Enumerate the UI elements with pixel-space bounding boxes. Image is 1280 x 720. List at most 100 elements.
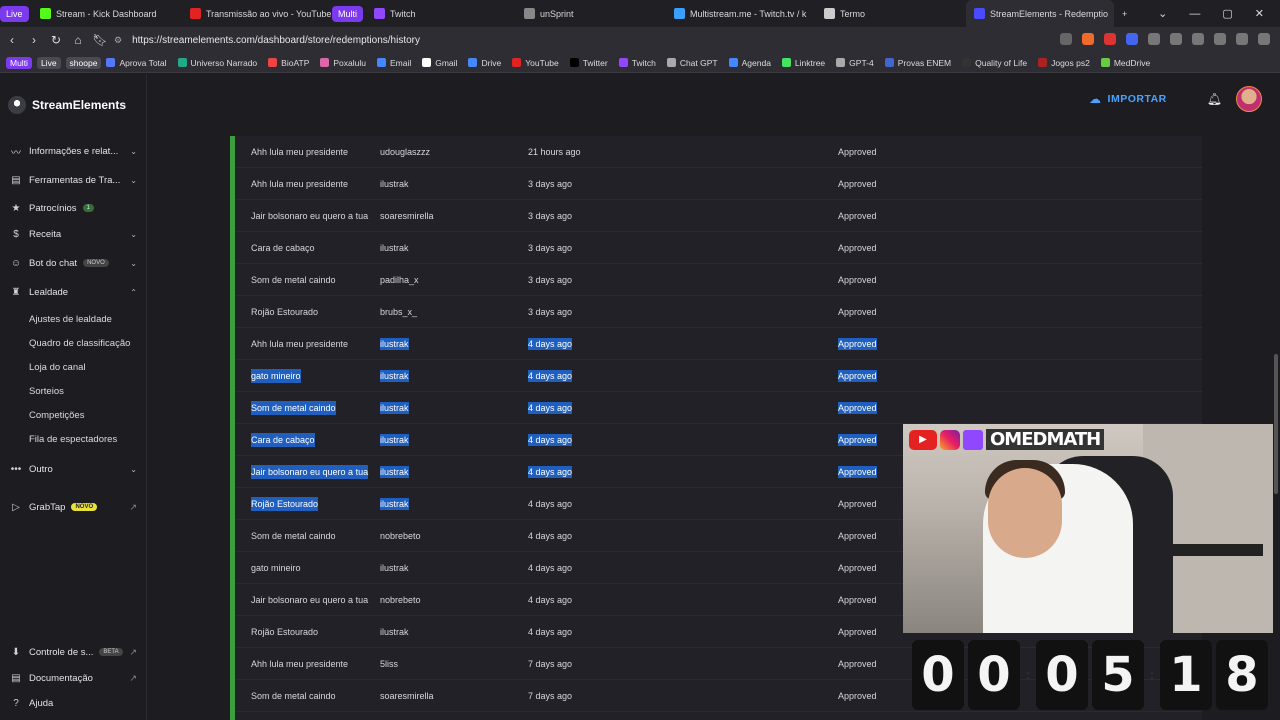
import-button[interactable]: ☁ IMPORTAR xyxy=(1089,92,1167,106)
home-icon[interactable]: ⌂ xyxy=(68,33,88,47)
minimize-icon[interactable]: — xyxy=(1189,8,1200,20)
sidebar-subitem[interactable]: Ajustes de lealdade xyxy=(29,314,112,325)
browser-tab[interactable]: Twitch xyxy=(366,0,516,27)
cell-item: gato mineiro xyxy=(251,360,369,392)
table-row[interactable]: Ahh lula meu presidente ilustrak 3 days ag… xyxy=(235,168,1202,200)
table-row[interactable]: Ahh lula meu presidente udouglaszzz 21 hou… xyxy=(235,136,1202,168)
site-info-icon[interactable]: ⚙ xyxy=(114,35,122,46)
sidebar-item[interactable]: ★ Patrocínios 1 xyxy=(10,200,137,216)
sidebar-item-label: GrabTap xyxy=(29,501,66,513)
item-text: Ahh lula meu presidente xyxy=(251,179,349,189)
bookmark-item[interactable]: Aprova Total xyxy=(106,58,167,68)
extension-icon[interactable] xyxy=(1126,33,1138,45)
rewards-icon[interactable] xyxy=(1104,33,1116,45)
leo-icon[interactable] xyxy=(1214,33,1226,45)
share-icon[interactable] xyxy=(1060,33,1072,45)
menu-icon[interactable] xyxy=(1258,33,1270,45)
bookmark-item[interactable]: GPT-4 xyxy=(836,58,874,68)
table-row[interactable]: Jair bolsonaro eu quero a tua soaresmirel… xyxy=(235,200,1202,232)
bookmark-item[interactable]: Poxalulu xyxy=(320,58,366,68)
back-icon[interactable]: ‹ xyxy=(2,33,22,47)
bookmark-item[interactable]: MedDrive xyxy=(1100,58,1150,68)
bookmark-item[interactable]: Agenda xyxy=(728,58,771,68)
sidebar-item[interactable]: ☺ Bot do chat NOVO ⌄ xyxy=(10,255,137,271)
table-row[interactable]: gato mineiro ilustrak 4 days ago Approved xyxy=(235,360,1202,392)
youtube-icon: ▶ xyxy=(909,429,937,450)
table-row[interactable]: Som de metal caindo ilustrak 4 days ago App… xyxy=(235,392,1202,424)
sidebar-subitem[interactable]: Quadro de classificação xyxy=(29,338,130,349)
bookmark-favicon-icon xyxy=(422,58,432,67)
bookmark-item[interactable]: Gmail xyxy=(422,58,457,68)
bookmark-item[interactable]: Twitter xyxy=(569,58,608,68)
sidebar-subitem[interactable]: Loja do canal xyxy=(29,362,86,373)
cell-item: Rojão Estourado xyxy=(251,488,369,520)
bookmark-item[interactable]: Provas ENEM xyxy=(884,58,951,68)
sidebar-item[interactable]: ♜ Lealdade ⌃ xyxy=(10,284,137,300)
bookmark-item[interactable]: Jogos ps2 xyxy=(1038,58,1090,68)
browser-tab[interactable]: Termo xyxy=(816,0,966,27)
table-row[interactable]: Som de metal caindo padilha_x 3 days ago Ap… xyxy=(235,264,1202,296)
scrollbar[interactable] xyxy=(1274,354,1278,494)
bookmark-item[interactable]: Drive xyxy=(468,58,501,68)
sidebar-footer-item[interactable]: ? Ajuda xyxy=(10,695,137,711)
bookmark-item[interactable]: Live xyxy=(36,56,61,69)
browser-tab[interactable]: Live xyxy=(0,0,32,27)
bookmark-item[interactable]: Multi xyxy=(6,56,32,69)
bookmark-item[interactable]: BioATP xyxy=(268,58,309,68)
item-text: Jair bolsonaro eu quero a tua xyxy=(251,465,369,479)
bookmark-item[interactable]: Twitch xyxy=(618,58,656,68)
reload-icon[interactable]: ↻ xyxy=(46,33,66,47)
new-tab-button[interactable]: + xyxy=(1114,0,1135,27)
bookmark-item[interactable]: Email xyxy=(376,58,411,68)
table-row[interactable]: Rojão Estourado brubs_x_ 3 days ago Approve… xyxy=(235,296,1202,328)
browser-tab[interactable]: Transmissão ao vivo - YouTube St xyxy=(182,0,332,27)
sidebar-item[interactable]: 〰 Informações e relat... ⌄ xyxy=(10,143,137,159)
sidebar-item[interactable]: ▤ Ferramentas de Tra... ⌄ xyxy=(10,172,137,188)
time-text: 4 days ago xyxy=(528,627,573,637)
browser-tab[interactable]: Multistream.me - Twitch.tv / k xyxy=(666,0,816,27)
bookmark-item[interactable]: Universo Narrado xyxy=(177,58,257,68)
sidebar-footer-item[interactable]: ⬇ Controle de s... BETA ↗ xyxy=(10,644,137,660)
sidebar-item-grabtap[interactable]: ▷ GrabTap NOVO ↗ xyxy=(10,499,137,515)
puzzle-icon[interactable] xyxy=(1148,33,1160,45)
time-text: 3 days ago xyxy=(528,179,573,189)
bookmark-favicon-icon xyxy=(376,58,386,67)
chevron-icon: ⌃ xyxy=(130,287,137,297)
sidebar-toggle-icon[interactable] xyxy=(1170,33,1182,45)
brand-logo[interactable]: StreamElements xyxy=(8,96,126,114)
user-text: ilustrak xyxy=(380,370,409,382)
bookmark-item[interactable]: shoope xyxy=(65,56,102,69)
sidebar-subitem[interactable]: Sorteios xyxy=(29,386,64,397)
bookmark-item[interactable]: YouTube xyxy=(512,58,559,68)
sidebar-subitem[interactable]: Competições xyxy=(29,410,84,421)
brave-shield-icon[interactable] xyxy=(1082,33,1094,45)
vpn-icon[interactable] xyxy=(1236,33,1248,45)
browser-tab[interactable]: Multi xyxy=(332,0,366,27)
bookmark-icon[interactable]: 🔖︎ xyxy=(90,33,110,47)
url-field[interactable]: ⚙ https://streamelements.com/dashboard/s… xyxy=(114,32,1034,49)
sidebar-item[interactable]: $ Receita ⌄ xyxy=(10,226,137,242)
tab-search-icon[interactable]: ⌄ xyxy=(1158,7,1167,20)
cell-status: Approved xyxy=(838,520,877,552)
bell-icon[interactable]: 🔔︎ xyxy=(1207,92,1222,106)
table-row[interactable]: Ahh lula meu presidente ilustrak 4 days ag… xyxy=(235,328,1202,360)
bookmark-item[interactable]: Linktree xyxy=(781,58,825,68)
browser-tab[interactable]: unSprint xyxy=(516,0,666,27)
avatar[interactable] xyxy=(1236,86,1262,112)
sidebar-footer-item[interactable]: ▤ Documentação ↗ xyxy=(10,670,137,686)
cell-time: 3 days ago xyxy=(528,200,572,232)
forward-icon[interactable]: › xyxy=(24,33,44,47)
item-text: Ahh lula meu presidente xyxy=(251,659,349,669)
maximize-icon[interactable]: ▢ xyxy=(1222,7,1232,20)
browser-tab[interactable]: StreamElements - Redemptio✕ xyxy=(966,0,1114,27)
close-window-icon[interactable]: ✕ xyxy=(1255,7,1264,20)
bookmark-item[interactable]: Quality of Life xyxy=(962,58,1027,68)
wallet-icon[interactable] xyxy=(1192,33,1204,45)
bookmark-item[interactable]: Chat GPT xyxy=(666,58,718,68)
cell-item: Rojão Estourado xyxy=(251,296,369,328)
sidebar-subitem[interactable]: Fila de espectadores xyxy=(29,434,117,445)
table-row[interactable]: Cara de cabaço ilustrak 3 days ago Approved xyxy=(235,232,1202,264)
sidebar-item-outro[interactable]: ••• Outro ⌄ xyxy=(10,461,137,477)
header-actions: ☁ IMPORTAR 🔔︎ xyxy=(1089,86,1262,112)
browser-tab[interactable]: Stream - Kick Dashboard xyxy=(32,0,182,27)
